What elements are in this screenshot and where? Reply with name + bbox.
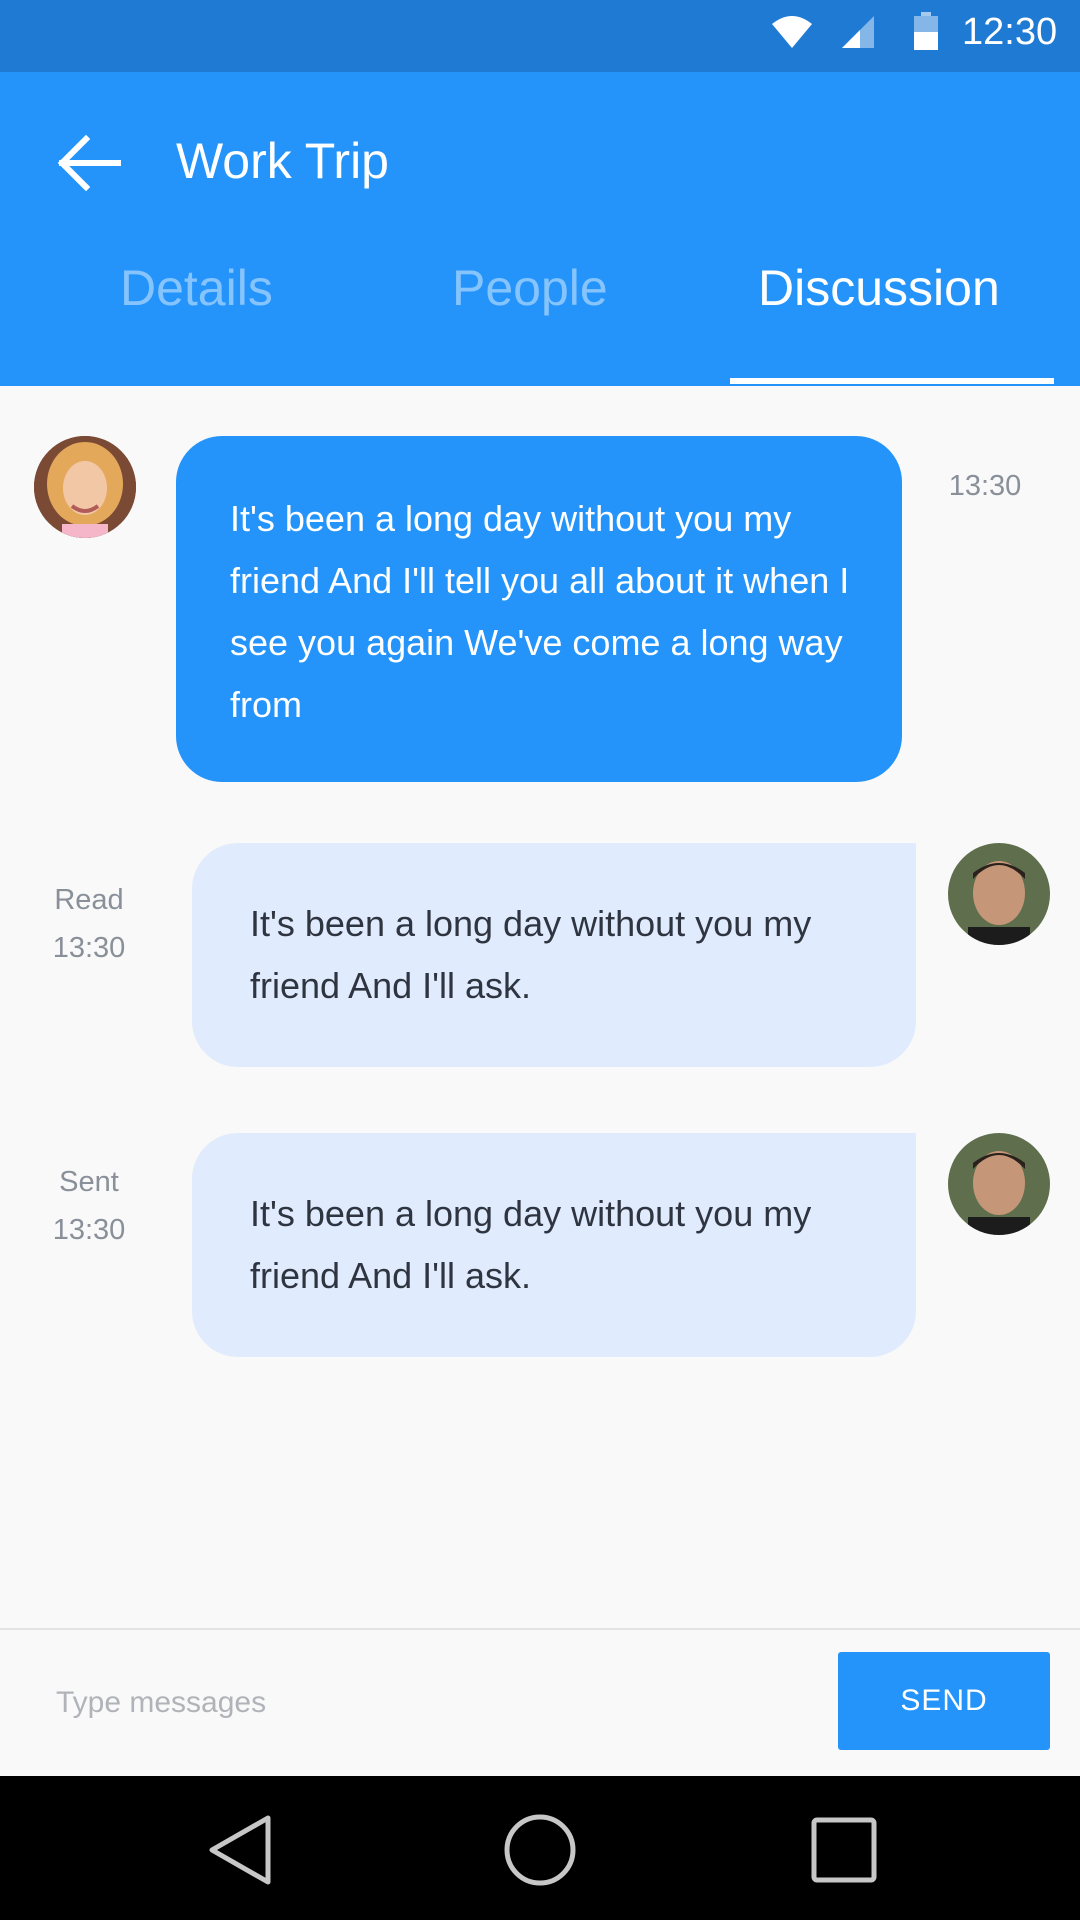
avatar-man-image bbox=[948, 843, 1050, 945]
app-bar: Work Trip Details People Discussion bbox=[0, 72, 1080, 386]
avatar-man[interactable] bbox=[948, 843, 1050, 945]
message-bubble-outgoing[interactable]: It's been a long day without you my frie… bbox=[192, 843, 916, 1067]
tab-discussion[interactable]: Discussion bbox=[758, 255, 1000, 321]
wifi-icon bbox=[772, 16, 812, 48]
message-input[interactable] bbox=[56, 1666, 816, 1740]
signal-icon bbox=[842, 16, 874, 48]
avatar-woman-image bbox=[34, 436, 136, 538]
message-time: 13:30 bbox=[52, 932, 126, 964]
tab-people[interactable]: People bbox=[452, 255, 608, 321]
battery-icon bbox=[914, 12, 938, 50]
tab-indicator bbox=[730, 378, 1054, 384]
message-time: 13:30 bbox=[948, 470, 1022, 502]
system-nav-bar bbox=[0, 1776, 1080, 1920]
avatar-man-image bbox=[948, 1133, 1050, 1235]
nav-recents-icon[interactable] bbox=[806, 1812, 882, 1888]
message-bubble-outgoing[interactable]: It's been a long day without you my frie… bbox=[192, 1133, 916, 1357]
message-status: Read 13:30 bbox=[34, 876, 144, 972]
arrow-back-icon[interactable] bbox=[56, 130, 122, 196]
status-label: Sent bbox=[59, 1166, 119, 1198]
message-time: 13:30 bbox=[52, 1214, 126, 1246]
nav-back-icon[interactable] bbox=[202, 1812, 278, 1888]
avatar-man[interactable] bbox=[948, 1133, 1050, 1235]
nav-home-icon[interactable] bbox=[502, 1812, 578, 1888]
status-time: 12:30 bbox=[962, 11, 1058, 53]
message-bubble-incoming[interactable]: It's been a long day without you my frie… bbox=[176, 436, 902, 782]
send-button[interactable]: SEND bbox=[838, 1652, 1050, 1750]
tab-details[interactable]: Details bbox=[120, 255, 273, 321]
message-status: Sent 13:30 bbox=[34, 1158, 144, 1254]
avatar-woman[interactable] bbox=[34, 436, 136, 538]
page-title: Work Trip bbox=[176, 133, 389, 189]
status-label: Read bbox=[54, 884, 124, 916]
status-bar: 12:30 bbox=[0, 0, 1080, 72]
message-composer: SEND bbox=[0, 1628, 1080, 1776]
